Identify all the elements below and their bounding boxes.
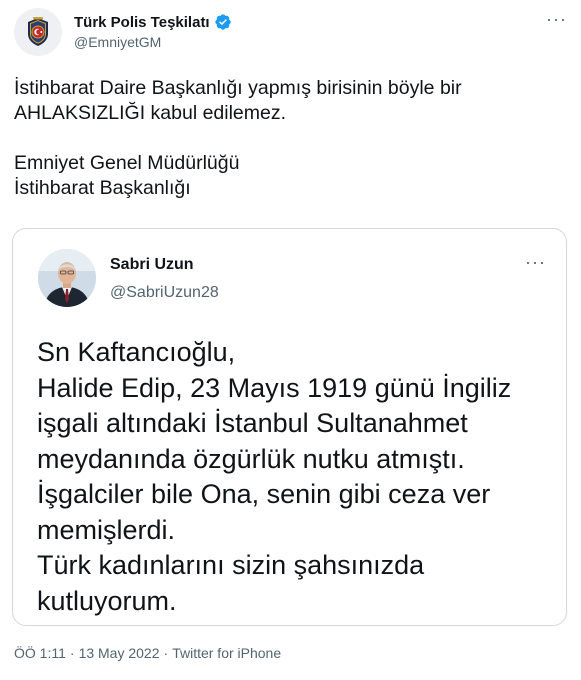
more-options-icon[interactable]: ···: [546, 10, 567, 28]
quoted-text-line: Halide Edip, 23 Mayıs 1919 günü İngiliz: [37, 372, 512, 403]
more-options-icon[interactable]: ···: [525, 253, 546, 271]
tweet-header: Türk Polis Teşkilatı @EmniyetGM ···: [14, 8, 567, 60]
tweet-date[interactable]: 13 May 2022: [79, 645, 160, 661]
quoted-text-line: memişlerdi.: [37, 514, 176, 545]
quoted-text-line: İşgalciler bile Ona, senin gibi ceza ver: [37, 479, 491, 509]
tweet-text-line: AHLAKSIZLIĞI kabul edilemez.: [14, 102, 287, 124]
quoted-author-handle[interactable]: @SabriUzun28: [110, 284, 219, 302]
tweet-footer: ÖÖ 1:11 · 13 May 2022 · Twitter for iPho…: [14, 645, 281, 661]
quoted-tweet[interactable]: Sabri Uzun @SabriUzun28 ··· Sn Kaftancıo…: [12, 228, 567, 626]
quoted-author-name[interactable]: Sabri Uzun: [110, 256, 219, 278]
tweet-source[interactable]: Twitter for iPhone: [172, 645, 281, 661]
tweet-author[interactable]: Türk Polis Teşkilatı @EmniyetGM: [74, 12, 232, 50]
tweet: Türk Polis Teşkilatı @EmniyetGM ··· İsti…: [0, 0, 581, 680]
police-emblem-icon[interactable]: [14, 8, 62, 56]
quoted-text-line: Sn Kaftancıoğlu,: [37, 337, 236, 367]
tweet-text: İstihbarat Daire Başkanlığı yapmış biris…: [14, 76, 569, 201]
tweet-text-line: İstihbarat Daire Başkanlığı yapmış biris…: [14, 77, 462, 99]
verified-badge-icon: [214, 13, 232, 31]
tweet-time[interactable]: ÖÖ 1:11: [14, 645, 66, 661]
quoted-author[interactable]: Sabri Uzun @SabriUzun28: [110, 256, 219, 302]
quoted-text-line: işgali altındaki İstanbul Sultanahmet: [37, 408, 468, 438]
tweet-text-line: Emniyet Genel Müdürlüğü: [14, 152, 240, 174]
footer-separator: ·: [69, 645, 75, 661]
quoted-text-line: Türk kadınlarını sizin şahsınızda: [37, 550, 425, 580]
footer-separator: ·: [163, 645, 169, 661]
quoted-author-avatar[interactable]: [38, 249, 96, 307]
author-name[interactable]: Türk Polis Teşkilatı: [74, 14, 210, 31]
author-handle[interactable]: @EmniyetGM: [74, 34, 232, 50]
quoted-text-line: meydanında özgürlük nutku atmıştı.: [37, 443, 465, 474]
quoted-text-line: kutluyorum.: [37, 585, 177, 616]
tweet-text-line: İstihbarat Başkanlığı: [14, 177, 191, 199]
quoted-tweet-text: Sn Kaftancıoğlu, Halide Edip, 23 Mayıs 1…: [37, 335, 557, 619]
